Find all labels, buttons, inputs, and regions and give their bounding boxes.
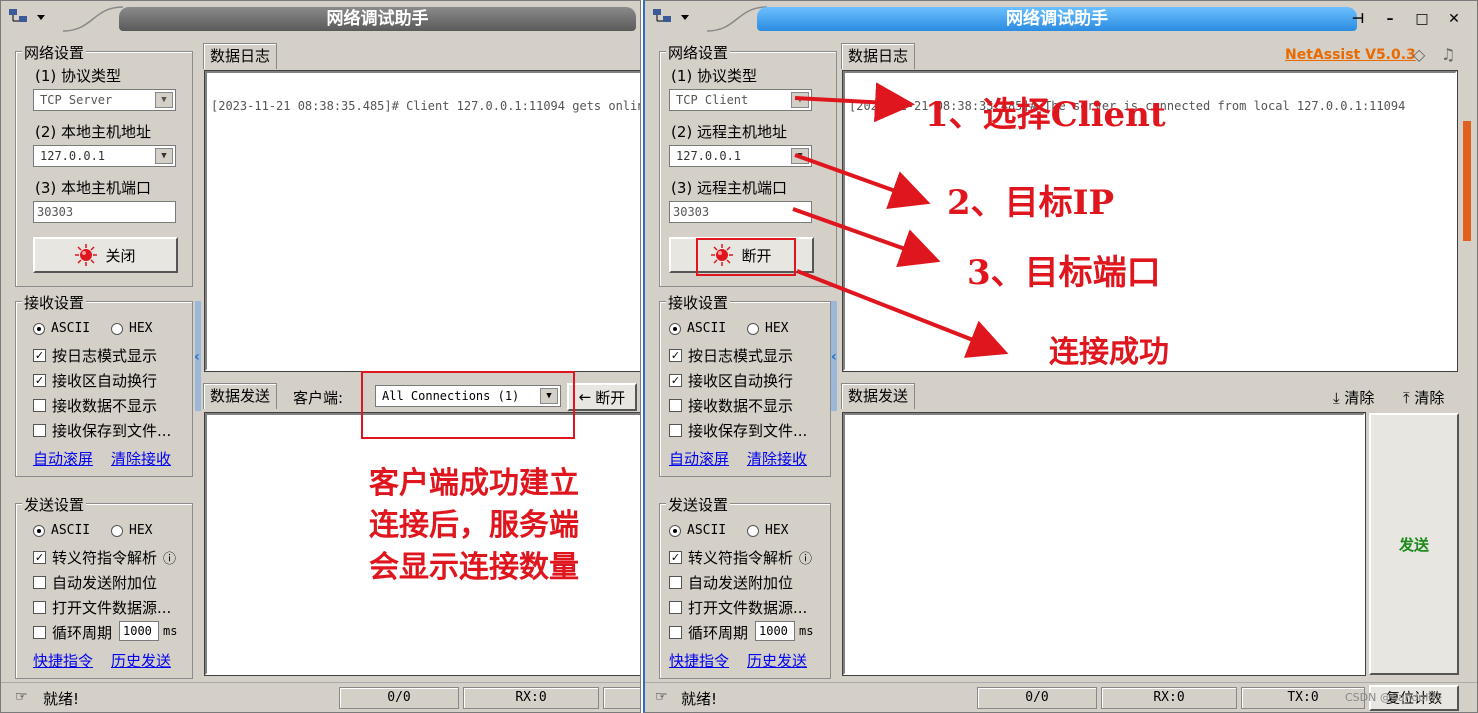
disconnect-client-button[interactable]: ← 断开 [567, 383, 637, 411]
title-bar: 网络调试助手 [1, 1, 640, 35]
address-label: (2) 本地主机地址 [35, 123, 152, 141]
radio-icon[interactable] [111, 322, 123, 335]
arrow-to-ip [794, 153, 931, 209]
highlight-box [361, 371, 575, 439]
status-bar: ☞ 就绪! 0/0 RX:0 [1, 682, 640, 712]
recv-ascii-radio[interactable]: ASCII [33, 321, 90, 336]
radio-selected-icon[interactable] [33, 524, 45, 537]
radio-label: HEX [129, 523, 153, 538]
radio-label: HEX [129, 321, 153, 336]
checkbox-label: 自动发送附加位 [52, 574, 158, 592]
chevron-down-icon[interactable]: ▼ [155, 92, 173, 108]
info-icon[interactable]: ⓘ [163, 548, 176, 567]
tab-data-log[interactable]: 数据日志 [203, 43, 278, 69]
chevron-down-icon[interactable]: ▼ [155, 148, 173, 164]
checkbox-label: 转义符指令解析 [52, 549, 158, 567]
tab-data-send[interactable]: 数据发送 [203, 383, 278, 409]
send-hex-radio[interactable]: HEX [111, 523, 152, 538]
watermark: CSDN @Sandolife [1345, 691, 1443, 704]
cycle-input[interactable]: 1000 [119, 621, 159, 641]
checkbox-label: 接收数据不显示 [52, 397, 158, 415]
log-line: [2023-11-21 08:38:35.485]# Client 127.0.… [211, 99, 641, 113]
title-curve-icon [63, 6, 123, 32]
quick-command-link[interactable]: 快捷指令 [33, 650, 93, 671]
status-tx-partial [603, 687, 640, 709]
checkbox-label: 循环周期 [52, 624, 113, 642]
send-history-link[interactable]: 历史发送 [111, 650, 171, 671]
send-ascii-radio[interactable]: ASCII [33, 523, 90, 538]
status-text: 就绪! [43, 690, 80, 708]
red-led-icon [75, 244, 98, 266]
check-icon[interactable]: ✓ [33, 551, 46, 564]
address-value: 127.0.0.1 [40, 149, 106, 163]
annot-connected: 连接成功 [1049, 335, 1169, 370]
button-label: 断开 [595, 388, 626, 407]
auto-scroll-link[interactable]: 自动滚屏 [33, 448, 93, 469]
server-note: 客户端成功建立 连接后，服务端 会显示连接数量 [369, 463, 579, 589]
checkbox-icon[interactable] [33, 399, 46, 412]
group-title: 接收设置 [22, 292, 87, 313]
address-select[interactable]: 127.0.0.1 ▼ [33, 145, 176, 167]
radio-selected-icon[interactable] [33, 322, 45, 335]
check-icon[interactable]: ✓ [33, 374, 46, 387]
check-icon[interactable]: ✓ [33, 349, 46, 362]
append-bit-checkbox[interactable]: 自动发送附加位 [33, 572, 157, 593]
checkbox-icon[interactable] [33, 601, 46, 614]
server-window: 网络调试助手 网络设置 (1) 协议类型 TCP Server ▼ (2) 本地主… [0, 0, 641, 713]
close-connection-button[interactable]: 关闭 [33, 237, 178, 273]
hide-data-checkbox[interactable]: 接收数据不显示 [33, 395, 157, 416]
checkbox-label: 按日志模式显示 [52, 347, 158, 365]
checkbox-label: 打开文件数据源... [52, 599, 172, 617]
log-pane: [2023-11-21 08:38:35.485]# Client 127.0.… [204, 70, 641, 372]
hand-pointer-icon: ☞ [15, 689, 28, 705]
arrow-to-port [792, 207, 941, 268]
checkbox-icon[interactable] [33, 576, 46, 589]
protocol-value: TCP Server [40, 93, 113, 107]
protocol-select[interactable]: TCP Server ▼ [33, 89, 176, 111]
radio-icon[interactable] [111, 524, 123, 537]
status-rx: RX:0 [463, 687, 599, 709]
cycle-checkbox[interactable]: 循环周期 [33, 622, 112, 643]
port-label: (3) 本地主机端口 [35, 179, 152, 197]
radio-label: ASCII [51, 523, 91, 538]
note-line: 会显示连接数量 [369, 550, 579, 585]
checkbox-label: 接收保存到文件... [52, 422, 172, 440]
cycle-unit: ms [163, 624, 178, 638]
network-icon[interactable] [7, 7, 59, 29]
checkbox-icon[interactable] [33, 424, 46, 437]
port-input[interactable]: 30303 [33, 201, 176, 223]
radio-label: ASCII [51, 321, 91, 336]
annot-target-port: 3、目标端口 [967, 253, 1161, 293]
file-source-checkbox[interactable]: 打开文件数据源... [33, 597, 171, 618]
arrow-left-icon: ← [578, 388, 592, 406]
collapse-arrow-icon[interactable]: ‹ [194, 349, 200, 365]
note-line: 连接后，服务端 [369, 508, 579, 543]
checkbox-label: 接收区自动换行 [52, 372, 158, 390]
protocol-label: (1) 协议类型 [35, 67, 122, 85]
clear-receive-link[interactable]: 清除接收 [111, 448, 171, 469]
client-label: 客户端: [293, 389, 344, 407]
window-title: 网络调试助手 [119, 7, 636, 31]
auto-wrap-checkbox[interactable]: ✓ 接收区自动换行 [33, 370, 157, 391]
group-title: 网络设置 [22, 42, 87, 63]
button-label: 关闭 [105, 246, 136, 265]
annot-select-client: 1、选择Client [925, 95, 1166, 135]
escape-parse-checkbox[interactable]: ✓ 转义符指令解析 ⓘ [33, 547, 176, 568]
recv-hex-radio[interactable]: HEX [111, 321, 152, 336]
checkbox-icon[interactable] [33, 626, 46, 639]
annot-target-ip: 2、目标IP [947, 183, 1115, 223]
group-title: 发送设置 [22, 494, 87, 515]
client-window: 网络调试助手 ⊣ – □ ✕ 网络设置 (1) 协议类型 TCP Client ▼… [643, 0, 1478, 713]
status-count: 0/0 [339, 687, 459, 709]
arrow-to-client [794, 82, 915, 123]
save-file-checkbox[interactable]: 接收保存到文件... [33, 420, 171, 441]
log-mode-checkbox[interactable]: ✓ 按日志模式显示 [33, 345, 157, 366]
note-line: 客户端成功建立 [369, 466, 579, 501]
